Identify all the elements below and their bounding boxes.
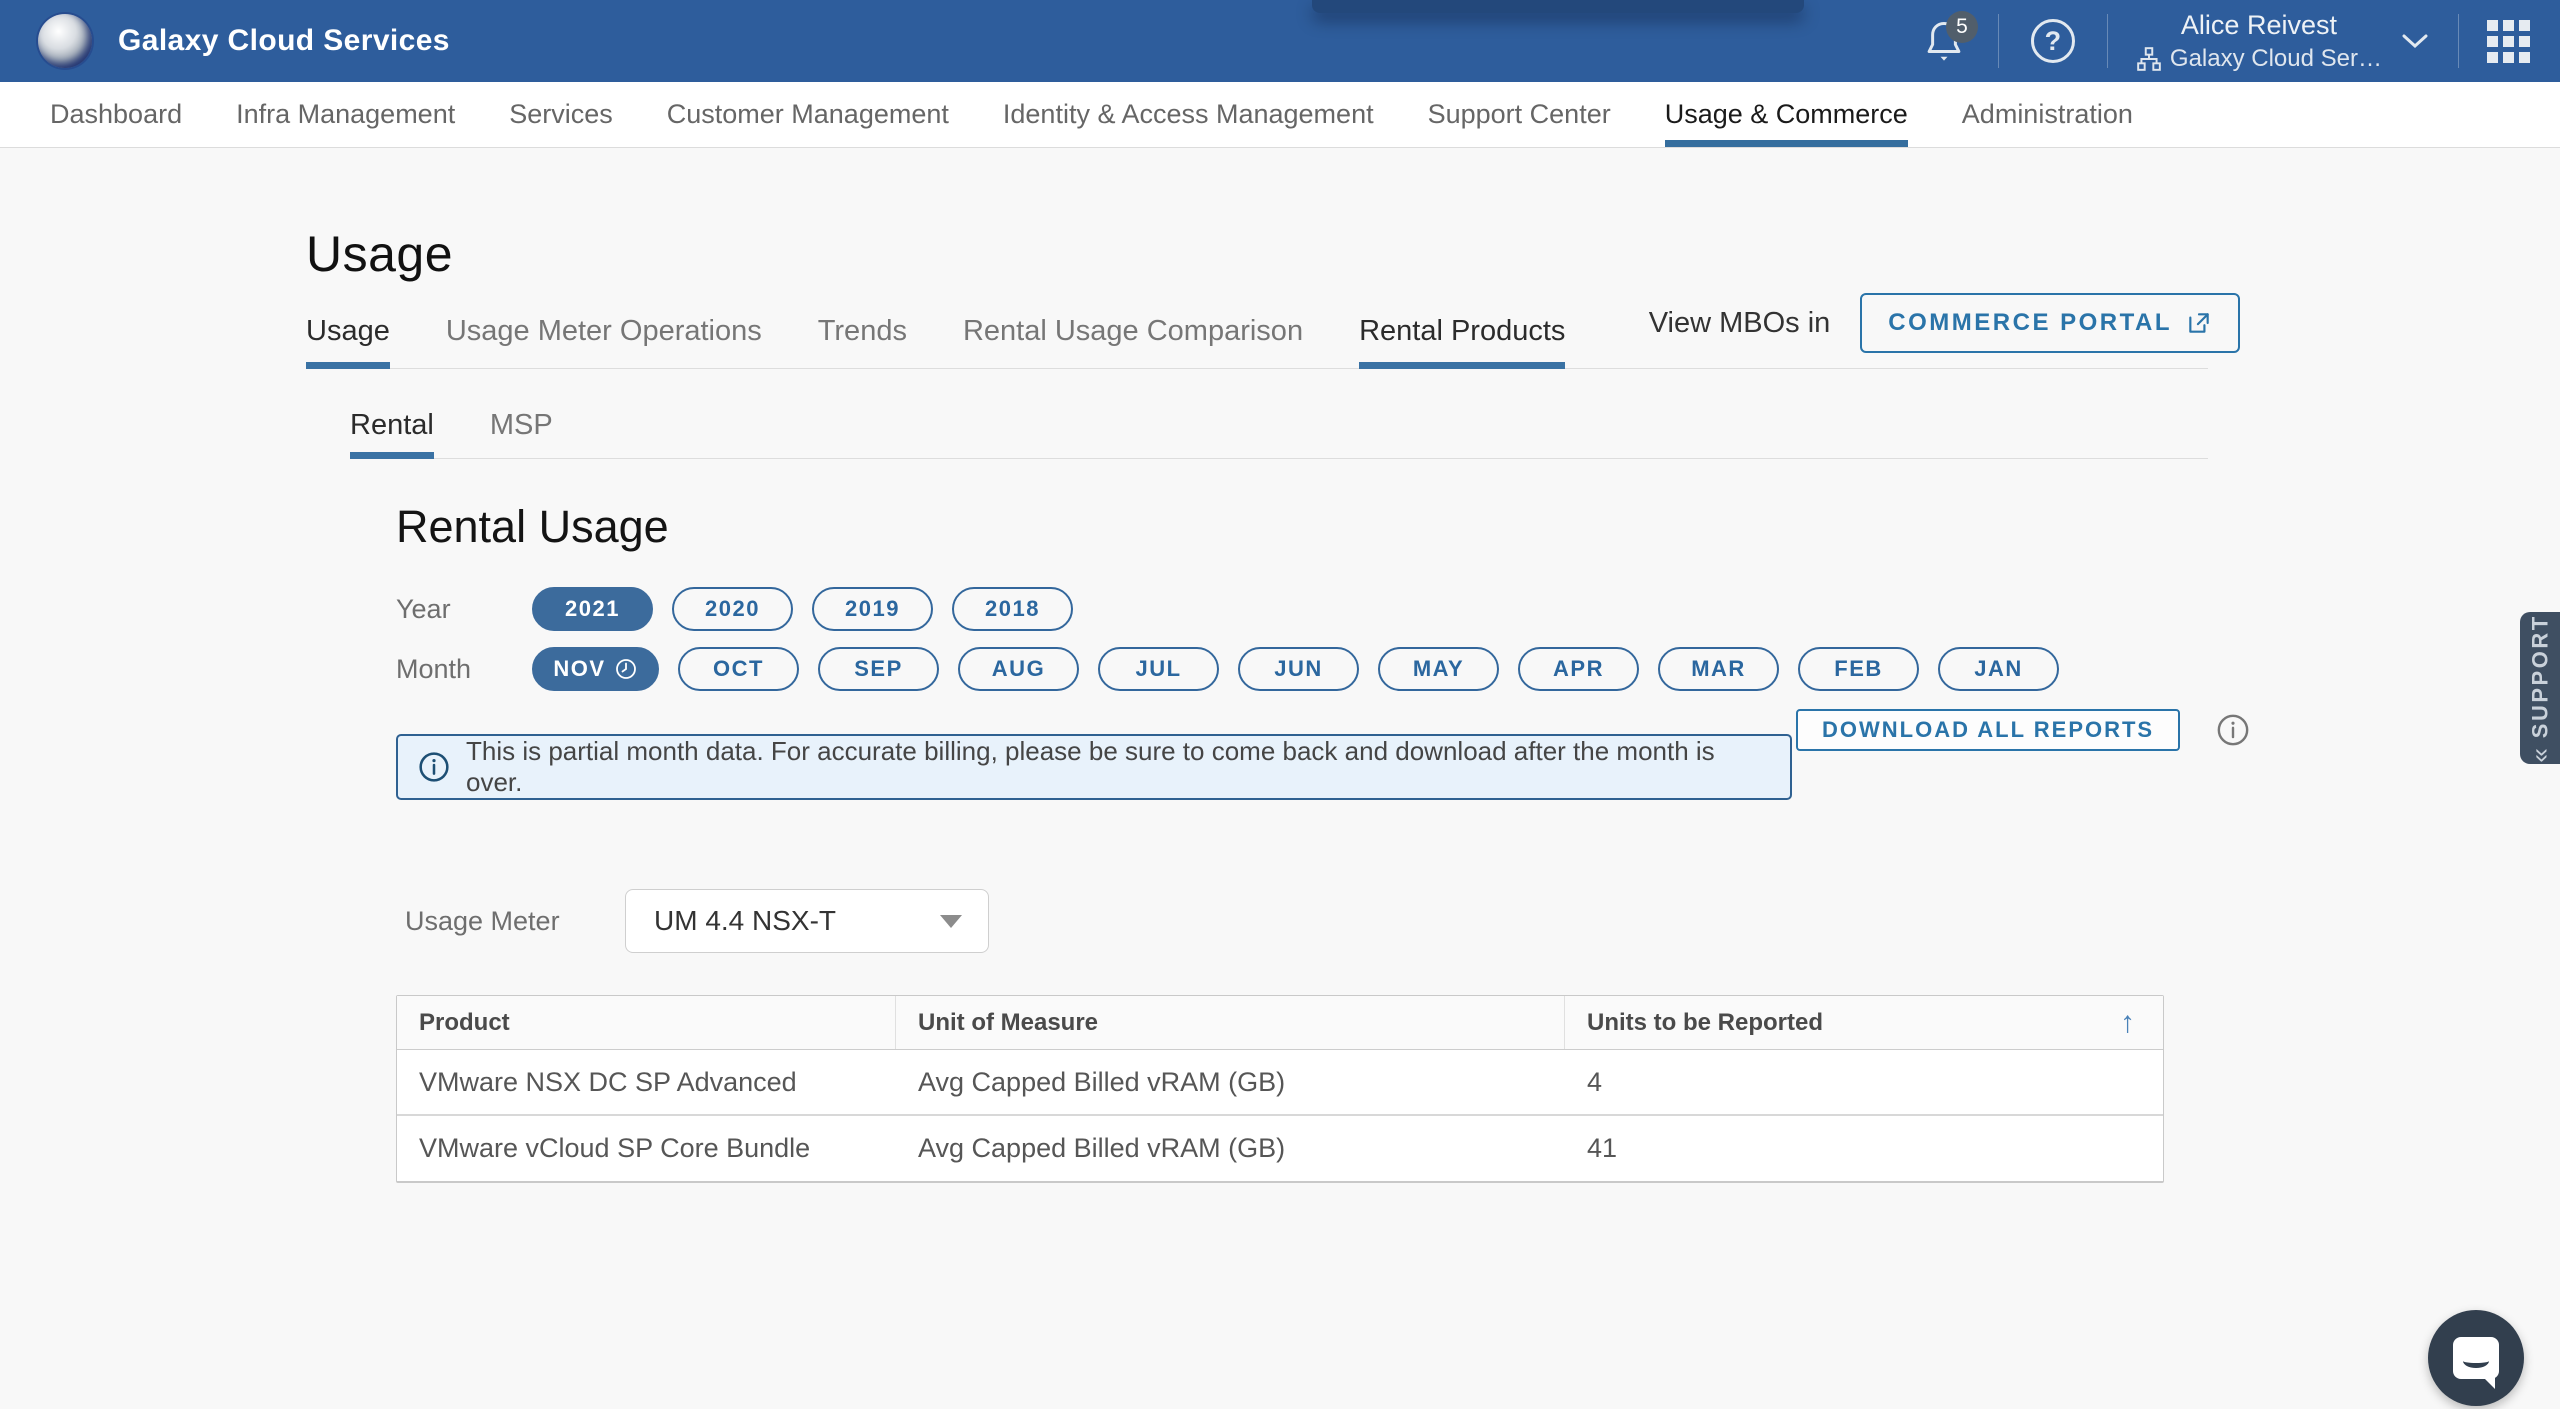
cell-unit-of-measure: Avg Capped Billed vRAM (GB)	[896, 1116, 1565, 1181]
month-pill-nov[interactable]: NOV	[532, 647, 659, 691]
column-header-product[interactable]: Product	[397, 996, 896, 1049]
month-pill-sep[interactable]: SEP	[818, 647, 939, 691]
nav-item-administration[interactable]: Administration	[1962, 82, 2133, 147]
rental-usage-heading: Rental Usage	[396, 501, 669, 553]
chat-button[interactable]	[2428, 1310, 2524, 1406]
subtab-rental[interactable]: Rental	[350, 409, 434, 458]
month-pill-mar[interactable]: MAR	[1658, 647, 1779, 691]
collapse-double-chevron-icon: «	[2525, 748, 2556, 762]
user-menu[interactable]: Alice Reivest Galaxy Cloud Ser…	[2136, 10, 2430, 73]
dropdown-caret-icon	[940, 915, 962, 928]
app-switcher-button[interactable]	[2487, 20, 2530, 63]
usage-meter-label: Usage Meter	[405, 906, 625, 937]
org-chart-icon	[2136, 46, 2162, 72]
month-pill-aug[interactable]: AUG	[958, 647, 1079, 691]
usage-meter-value: UM 4.4 NSX-T	[654, 905, 836, 937]
month-pill-apr[interactable]: APR	[1518, 647, 1639, 691]
month-pill-oct[interactable]: OCT	[678, 647, 799, 691]
commerce-portal-button[interactable]: COMMERCE PORTAL	[1860, 293, 2240, 353]
header-divider	[1998, 14, 1999, 68]
window-shadow-artifact	[1312, 0, 1804, 13]
month-pill-jun[interactable]: JUN	[1238, 647, 1359, 691]
nav-item-customer-management[interactable]: Customer Management	[667, 82, 949, 147]
usage-tabstrip: Usage Usage Meter Operations Trends Rent…	[306, 307, 2208, 369]
header-divider	[2458, 14, 2459, 68]
cell-units-to-be-reported: 4	[1565, 1050, 2163, 1114]
nav-item-dashboard[interactable]: Dashboard	[50, 82, 182, 147]
year-filter-row: Year 2021 2020 2019 2018	[396, 587, 1073, 631]
subtab-msp[interactable]: MSP	[490, 409, 553, 458]
download-row: DOWNLOAD ALL REPORTS	[1796, 709, 2250, 751]
year-pill-2021[interactable]: 2021	[532, 587, 653, 631]
year-pill-2019[interactable]: 2019	[812, 587, 933, 631]
help-button[interactable]: ?	[2027, 15, 2079, 67]
main-content: Usage Usage Usage Meter Operations Trend…	[0, 149, 2560, 1409]
rental-msp-tabstrip: Rental MSP	[350, 407, 2208, 459]
notification-count-badge: 5	[1946, 11, 1978, 43]
app-logo-icon	[38, 14, 92, 68]
partial-month-alert: This is partial month data. For accurate…	[396, 734, 1792, 800]
tab-rental-products[interactable]: Rental Products	[1359, 315, 1565, 368]
nav-item-identity-access-management[interactable]: Identity & Access Management	[1003, 82, 1374, 147]
tab-usage-meter-operations[interactable]: Usage Meter Operations	[446, 315, 762, 368]
chevron-down-icon	[2400, 31, 2430, 51]
app-header: Galaxy Cloud Services 5 ?	[0, 0, 2560, 82]
page-title: Usage	[306, 225, 453, 283]
nav-item-usage-commerce[interactable]: Usage & Commerce	[1665, 82, 1908, 147]
month-filter-row: Month NOV OCT SEP AUG JUL JUN MAY	[396, 647, 2059, 691]
month-pill-jul[interactable]: JUL	[1098, 647, 1219, 691]
year-pill-2018[interactable]: 2018	[952, 587, 1073, 631]
month-pill-feb[interactable]: FEB	[1798, 647, 1919, 691]
support-tab-label: SUPPORT	[2527, 614, 2553, 738]
alert-text: This is partial month data. For accurate…	[466, 736, 1770, 798]
year-label: Year	[396, 594, 532, 625]
table-row: VMware NSX DC SP Advanced Avg Capped Bil…	[397, 1050, 2163, 1116]
sort-ascending-icon[interactable]: ↑	[2120, 1006, 2135, 1040]
chat-bubble-icon	[2453, 1337, 2499, 1379]
usage-meter-row: Usage Meter UM 4.4 NSX-T	[405, 889, 989, 953]
usage-meter-select[interactable]: UM 4.4 NSX-T	[625, 889, 989, 953]
view-mbos-label: View MBOs in	[1649, 307, 1831, 340]
tab-usage[interactable]: Usage	[306, 315, 390, 368]
user-name: Alice Reivest	[2181, 10, 2337, 41]
notifications-button[interactable]: 5	[1918, 15, 1970, 67]
tab-trends[interactable]: Trends	[818, 315, 907, 368]
primary-nav: Dashboard Infra Management Services Cust…	[0, 82, 2560, 148]
year-pill-2020[interactable]: 2020	[672, 587, 793, 631]
nav-item-infra-management[interactable]: Infra Management	[236, 82, 455, 147]
help-glyph: ?	[2045, 26, 2062, 57]
cell-unit-of-measure: Avg Capped Billed vRAM (GB)	[896, 1050, 1565, 1114]
table-header: Product Unit of Measure Units to be Repo…	[397, 996, 2163, 1050]
nav-item-services[interactable]: Services	[509, 82, 613, 147]
help-icon: ?	[2031, 19, 2075, 63]
column-header-units-to-be-reported[interactable]: Units to be Reported ↑	[1565, 996, 2163, 1049]
support-side-tab[interactable]: « SUPPORT	[2520, 612, 2560, 764]
clock-icon	[614, 657, 638, 681]
month-label: Month	[396, 654, 532, 685]
month-pill-jan[interactable]: JAN	[1938, 647, 2059, 691]
nav-item-support-center[interactable]: Support Center	[1428, 82, 1611, 147]
download-all-reports-button[interactable]: DOWNLOAD ALL REPORTS	[1796, 709, 2180, 751]
alert-info-icon	[418, 751, 450, 783]
tab-rental-usage-comparison[interactable]: Rental Usage Comparison	[963, 315, 1303, 368]
info-icon[interactable]	[2216, 713, 2250, 747]
screen: Galaxy Cloud Services 5 ?	[0, 0, 2560, 1409]
external-link-icon	[2186, 310, 2212, 336]
cell-product: VMware vCloud SP Core Bundle	[397, 1116, 896, 1181]
cell-units-to-be-reported: 41	[1565, 1116, 2163, 1181]
column-header-unit-of-measure[interactable]: Unit of Measure	[896, 996, 1565, 1049]
header-divider	[2107, 14, 2108, 68]
rental-usage-table: Product Unit of Measure Units to be Repo…	[396, 995, 2164, 1183]
commerce-portal-label: COMMERCE PORTAL	[1888, 309, 2172, 337]
month-pill-may[interactable]: MAY	[1378, 647, 1499, 691]
user-org-name: Galaxy Cloud Ser…	[2170, 45, 2382, 73]
app-title: Galaxy Cloud Services	[118, 24, 450, 58]
cell-product: VMware NSX DC SP Advanced	[397, 1050, 896, 1114]
table-row: VMware vCloud SP Core Bundle Avg Capped …	[397, 1116, 2163, 1182]
